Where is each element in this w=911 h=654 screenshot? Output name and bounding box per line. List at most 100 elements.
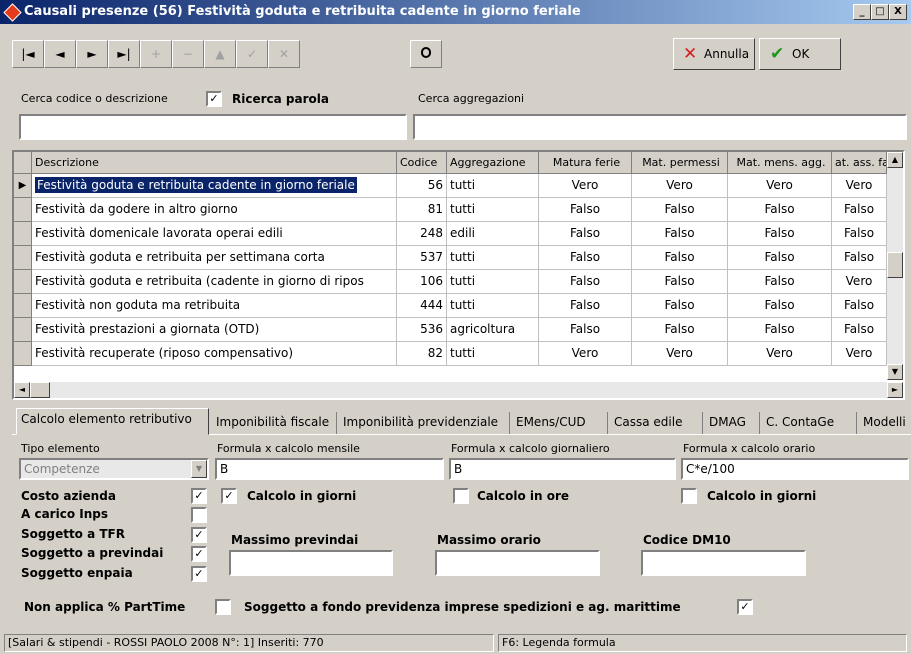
ok-button[interactable]: ✔ OK: [759, 38, 841, 70]
row-matura-ferie-cell: Falso: [539, 294, 632, 318]
lock-button[interactable]: [410, 40, 442, 68]
tab-calcolo-elemento-retributivo[interactable]: Calcolo elemento retributivo: [16, 408, 209, 435]
column-header-mat-permessi[interactable]: Mat. permessi: [632, 152, 728, 174]
tipo-elemento-label: Tipo elemento: [21, 442, 100, 455]
calcolo-ore-label: Calcolo in ore: [477, 489, 570, 503]
tab-imponibilita-fiscale[interactable]: Imponibilità fiscale: [212, 412, 337, 434]
delete-record-button[interactable]: −: [172, 40, 204, 68]
column-header-codice[interactable]: Codice: [397, 152, 447, 174]
last-record-button[interactable]: ►|: [108, 40, 140, 68]
fondo-previdenza-checkbox[interactable]: ✓: [737, 599, 753, 615]
row-code-cell: 81: [397, 198, 447, 222]
scroll-up-icon[interactable]: ▲: [887, 152, 903, 168]
column-header-at-ass-fa[interactable]: at. ass. fa: [832, 152, 887, 174]
row-at-ass-fa-cell: Falso: [832, 246, 887, 270]
tab-emens-cud[interactable]: EMens/CUD: [512, 412, 608, 434]
row-matura-ferie-cell: Falso: [539, 222, 632, 246]
annulla-button[interactable]: ✕ Annulla: [673, 38, 755, 70]
row-description-cell: Festività goduta e retribuita per settim…: [32, 246, 397, 270]
add-record-button[interactable]: +: [140, 40, 172, 68]
row-mat-mens-agg-cell: Falso: [728, 198, 832, 222]
calcolo-ore-checkbox[interactable]: [453, 488, 469, 504]
formula-mensile-input[interactable]: B: [215, 458, 444, 480]
row-matura-ferie-cell: Falso: [539, 270, 632, 294]
column-header-aggregazione[interactable]: Aggregazione: [447, 152, 539, 174]
row-indicator: [14, 318, 32, 342]
row-description-cell: Festività goduta e retribuita cadente in…: [32, 174, 397, 198]
application-window: Causali presenze (56) Festività goduta e…: [0, 0, 911, 654]
row-mat-mens-agg-cell: Falso: [728, 222, 832, 246]
word-search-checkbox[interactable]: ✓: [206, 91, 222, 107]
scroll-left-icon[interactable]: ◄: [14, 382, 30, 398]
status-right: F6: Legenda formula: [498, 634, 907, 652]
tab-imponibilita-previdenziale[interactable]: Imponibilità previdenziale: [339, 412, 510, 434]
tab-c-contage[interactable]: C. ContaGe: [762, 412, 857, 434]
prev-record-button[interactable]: ◄: [44, 40, 76, 68]
parttime-checkbox[interactable]: [215, 599, 231, 615]
edit-record-button[interactable]: ▲: [204, 40, 236, 68]
close-button[interactable]: X: [889, 4, 907, 20]
soggetto-previndai-label: Soggetto a previndai: [21, 546, 164, 560]
row-mat-permessi-cell: Falso: [632, 294, 728, 318]
tab-modelli[interactable]: Modelli: [859, 412, 911, 434]
a-carico-inps-label: A carico Inps: [21, 507, 108, 521]
costo-azienda-checkbox[interactable]: ✓: [191, 488, 207, 504]
calcolo-giorni-2-label: Calcolo in giorni: [707, 489, 817, 503]
annulla-label: Annulla: [704, 47, 750, 61]
row-matura-ferie-cell: Falso: [539, 198, 632, 222]
codice-dm10-input[interactable]: [641, 550, 806, 576]
scroll-down-icon[interactable]: ▼: [887, 364, 903, 380]
check-icon: ✔: [770, 44, 785, 64]
next-record-button[interactable]: ►: [76, 40, 108, 68]
status-left: [Salari & stipendi - ROSSI PAOLO 2008 N°…: [4, 634, 494, 652]
tipo-elemento-value: Competenze: [24, 462, 100, 476]
soggetto-enpaia-label: Soggetto enpaia: [21, 566, 133, 580]
formula-orario-label: Formula x calcolo orario: [683, 442, 816, 455]
scroll-thumb[interactable]: [887, 252, 903, 278]
search-aggregation-input[interactable]: [413, 114, 907, 140]
post-record-button[interactable]: ✓: [236, 40, 268, 68]
scroll-h-thumb[interactable]: [30, 382, 50, 398]
cancel-record-button[interactable]: ✕: [268, 40, 300, 68]
massimo-orario-input[interactable]: [435, 550, 600, 576]
row-code-cell: 248: [397, 222, 447, 246]
row-at-ass-fa-cell: Vero: [832, 174, 887, 198]
row-mat-permessi-cell: Falso: [632, 270, 728, 294]
horizontal-scrollbar[interactable]: ◄ ►: [14, 382, 903, 398]
row-aggregation-cell: tutti: [447, 342, 539, 366]
a-carico-inps-checkbox[interactable]: [191, 507, 207, 523]
row-matura-ferie-cell: Falso: [539, 246, 632, 270]
maximize-button[interactable]: □: [871, 4, 889, 20]
calcolo-giorni-label: Calcolo in giorni: [247, 489, 357, 503]
tab-dmag[interactable]: DMAG: [705, 412, 760, 434]
minimize-button[interactable]: _: [853, 4, 871, 20]
lock-icon: [421, 47, 431, 58]
scroll-right-icon[interactable]: ►: [887, 382, 903, 398]
column-header-descrizione[interactable]: Descrizione: [32, 152, 397, 174]
first-record-button[interactable]: |◄: [12, 40, 44, 68]
soggetto-tfr-checkbox[interactable]: ✓: [191, 527, 207, 543]
row-description-cell: Festività prestazioni a giornata (OTD): [32, 318, 397, 342]
formula-giornaliero-input[interactable]: B: [449, 458, 676, 480]
vertical-scrollbar[interactable]: ▲ ▼: [887, 152, 903, 380]
column-header-matura-ferie[interactable]: Matura ferie: [539, 152, 632, 174]
row-mat-mens-agg-cell: Falso: [728, 294, 832, 318]
calcolo-giorni-2-checkbox[interactable]: [681, 488, 697, 504]
tipo-elemento-select[interactable]: Competenze ▼: [19, 458, 209, 480]
massimo-previndai-input[interactable]: [229, 550, 393, 576]
row-mat-mens-agg-cell: Vero: [728, 174, 832, 198]
row-code-cell: 536: [397, 318, 447, 342]
soggetto-previndai-checkbox[interactable]: ✓: [191, 546, 207, 562]
column-header-mat-mens-agg[interactable]: Mat. mens. agg.: [728, 152, 832, 174]
soggetto-enpaia-checkbox[interactable]: ✓: [191, 566, 207, 582]
search-code-input[interactable]: [19, 114, 407, 140]
massimo-previndai-label: Massimo previndai: [231, 533, 359, 547]
search-code-label: Cerca codice o descrizione: [21, 92, 168, 105]
row-indicator: [14, 294, 32, 318]
row-mat-mens-agg-cell: Falso: [728, 270, 832, 294]
row-indicator: [14, 342, 32, 366]
chevron-down-icon[interactable]: ▼: [191, 460, 207, 478]
calcolo-giorni-checkbox[interactable]: ✓: [221, 488, 237, 504]
tab-cassa-edile[interactable]: Cassa edile: [610, 412, 703, 434]
formula-orario-input[interactable]: C*e/100: [681, 458, 909, 480]
